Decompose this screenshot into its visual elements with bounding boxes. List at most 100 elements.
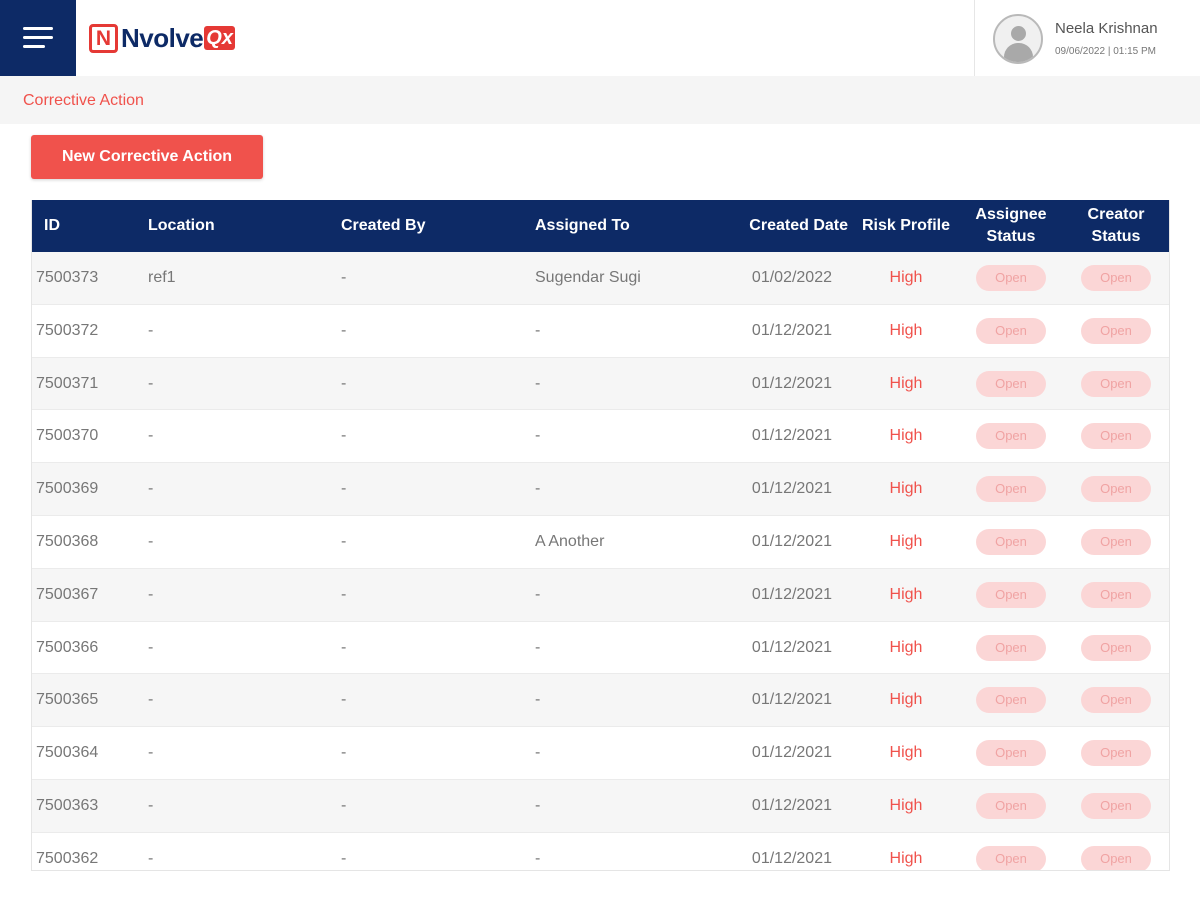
table-row[interactable]: 7500369 - - - 01/12/2021 High Open Open	[32, 463, 1169, 516]
assignee-status-badge[interactable]: Open	[976, 845, 1046, 870]
assignee-status-cell: Open	[962, 358, 1060, 410]
assignee-status-badge[interactable]: Open	[976, 317, 1046, 344]
cell-assigned-to: -	[535, 796, 541, 814]
cell-created-by: -	[341, 849, 347, 867]
table-body: 7500373 ref1 - Sugendar Sugi 01/02/2022 High O…	[32, 252, 1169, 870]
col-header-assigned-to[interactable]: Assigned To	[535, 200, 725, 252]
creator-status-cell: Open	[1068, 516, 1164, 568]
cell-risk-profile: High	[889, 427, 923, 445]
creator-status-badge[interactable]: Open	[1081, 370, 1151, 397]
creator-status-badge[interactable]: Open	[1081, 476, 1151, 503]
col-header-assignee-status[interactable]: Assignee Status	[962, 200, 1060, 252]
logo-brand-accent: Qx	[204, 26, 235, 50]
creator-status-badge[interactable]: Open	[1081, 528, 1151, 555]
assignee-status-badge[interactable]: Open	[976, 476, 1046, 503]
cell-created-by: -	[341, 796, 347, 814]
user-profile-area: Neela Krishnan 09/06/2022 | 01:15 PM	[974, 0, 1200, 76]
col-header-risk-profile[interactable]: Risk Profile	[856, 200, 956, 252]
creator-status-cell: Open	[1068, 410, 1164, 462]
table-row[interactable]: 7500367 - - - 01/12/2021 High Open Open	[32, 568, 1169, 622]
user-avatar-icon[interactable]	[993, 14, 1043, 64]
cell-assigned-to: -	[535, 427, 541, 445]
assignee-status-badge[interactable]: Open	[976, 528, 1046, 555]
assignee-status-badge[interactable]: Open	[976, 265, 1046, 291]
table-row[interactable]: 7500366 - - - 01/12/2021 High Open Open	[32, 621, 1169, 675]
table-row[interactable]: 7500365 - - - 01/12/2021 High Open Open	[32, 674, 1169, 728]
cell-risk-profile: High	[889, 691, 923, 709]
col-header-created-date[interactable]: Created Date	[732, 200, 848, 252]
cell-created-date: 01/12/2021	[751, 585, 832, 603]
cell-id: 7500373	[36, 269, 99, 286]
col-header-location[interactable]: Location	[148, 200, 328, 252]
cell-id: 7500368	[36, 532, 99, 550]
cell-id: 7500364	[36, 744, 99, 762]
table-row[interactable]: 7500371 - - - 01/12/2021 High Open Open	[32, 357, 1169, 411]
cell-location: ref1	[148, 269, 176, 286]
breadcrumb-bar: Corrective Action	[0, 76, 1200, 124]
cell-created-date: 01/02/2022	[751, 269, 832, 286]
table-row[interactable]: 7500363 - - - 01/12/2021 High Open Open	[32, 779, 1169, 833]
cell-location: -	[148, 638, 154, 656]
breadcrumb[interactable]: Corrective Action	[23, 92, 144, 110]
cell-created-date: 01/12/2021	[751, 532, 832, 550]
cell-created-date: 01/12/2021	[751, 691, 832, 709]
table-row[interactable]: 7500368 - - A Another 01/12/2021 High Open Open	[32, 515, 1169, 569]
col-header-id[interactable]: ID	[44, 200, 144, 252]
cell-location: -	[148, 796, 154, 814]
creator-status-badge[interactable]: Open	[1081, 265, 1151, 291]
creator-status-badge[interactable]: Open	[1081, 740, 1151, 767]
cell-assigned-to: -	[535, 321, 541, 339]
cell-created-date: 01/12/2021	[751, 480, 832, 498]
table-row[interactable]: 7500370 - - - 01/12/2021 High Open Open	[32, 410, 1169, 464]
creator-status-badge[interactable]: Open	[1081, 687, 1151, 714]
cell-id: 7500367	[36, 585, 99, 603]
assignee-status-cell: Open	[962, 833, 1060, 870]
assignee-status-badge[interactable]: Open	[976, 792, 1046, 819]
cell-risk-profile: High	[889, 638, 923, 656]
cell-assigned-to: Sugendar Sugi	[535, 269, 641, 286]
cell-created-date: 01/12/2021	[751, 744, 832, 762]
cell-assigned-to: -	[535, 638, 541, 656]
creator-status-cell: Open	[1068, 622, 1164, 674]
cell-assigned-to: A Another	[535, 532, 605, 550]
user-datetime: 09/06/2022 | 01:15 PM	[1055, 46, 1157, 57]
creator-status-cell: Open	[1068, 463, 1164, 515]
assignee-status-badge[interactable]: Open	[976, 581, 1046, 608]
assignee-status-badge[interactable]: Open	[976, 370, 1046, 397]
table-row[interactable]: 7500372 - - - 01/12/2021 High Open Open	[32, 304, 1169, 358]
cell-created-date: 01/12/2021	[751, 796, 832, 814]
hamburger-menu-icon[interactable]	[0, 0, 76, 76]
new-corrective-action-button[interactable]: New Corrective Action	[31, 135, 263, 179]
table-row[interactable]: 7500364 - - - 01/12/2021 High Open Open	[32, 727, 1169, 780]
creator-status-badge[interactable]: Open	[1081, 317, 1151, 344]
col-header-created-by[interactable]: Created By	[341, 200, 521, 252]
cell-location: -	[148, 321, 154, 339]
app-logo[interactable]: N Nvolve Qx	[89, 23, 235, 53]
cell-id: 7500363	[36, 796, 99, 814]
cell-id: 7500371	[36, 374, 99, 392]
cell-location: -	[148, 427, 154, 445]
creator-status-badge[interactable]: Open	[1081, 634, 1151, 661]
creator-status-cell: Open	[1068, 305, 1164, 357]
table-row[interactable]: 7500373 ref1 - Sugendar Sugi 01/02/2022 High O…	[32, 252, 1169, 305]
cell-location: -	[148, 532, 154, 550]
assignee-status-badge[interactable]: Open	[976, 423, 1046, 450]
col-header-creator-status[interactable]: Creator Status	[1068, 200, 1164, 252]
creator-status-cell: Open	[1068, 727, 1164, 779]
creator-status-badge[interactable]: Open	[1081, 845, 1151, 870]
creator-status-badge[interactable]: Open	[1081, 581, 1151, 608]
assignee-status-badge[interactable]: Open	[976, 634, 1046, 661]
creator-status-cell: Open	[1068, 358, 1164, 410]
assignee-status-cell: Open	[962, 780, 1060, 832]
assignee-status-badge[interactable]: Open	[976, 687, 1046, 714]
cell-created-date: 01/12/2021	[751, 849, 832, 867]
assignee-status-badge[interactable]: Open	[976, 740, 1046, 767]
creator-status-badge[interactable]: Open	[1081, 423, 1151, 450]
cell-location: -	[148, 374, 154, 392]
cell-assigned-to: -	[535, 691, 541, 709]
creator-status-badge[interactable]: Open	[1081, 792, 1151, 819]
cell-created-by: -	[341, 744, 347, 762]
table-row[interactable]: 7500362 - - - 01/12/2021 High Open Open	[32, 832, 1169, 870]
cell-created-by: -	[341, 269, 347, 286]
assignee-status-cell: Open	[962, 516, 1060, 568]
